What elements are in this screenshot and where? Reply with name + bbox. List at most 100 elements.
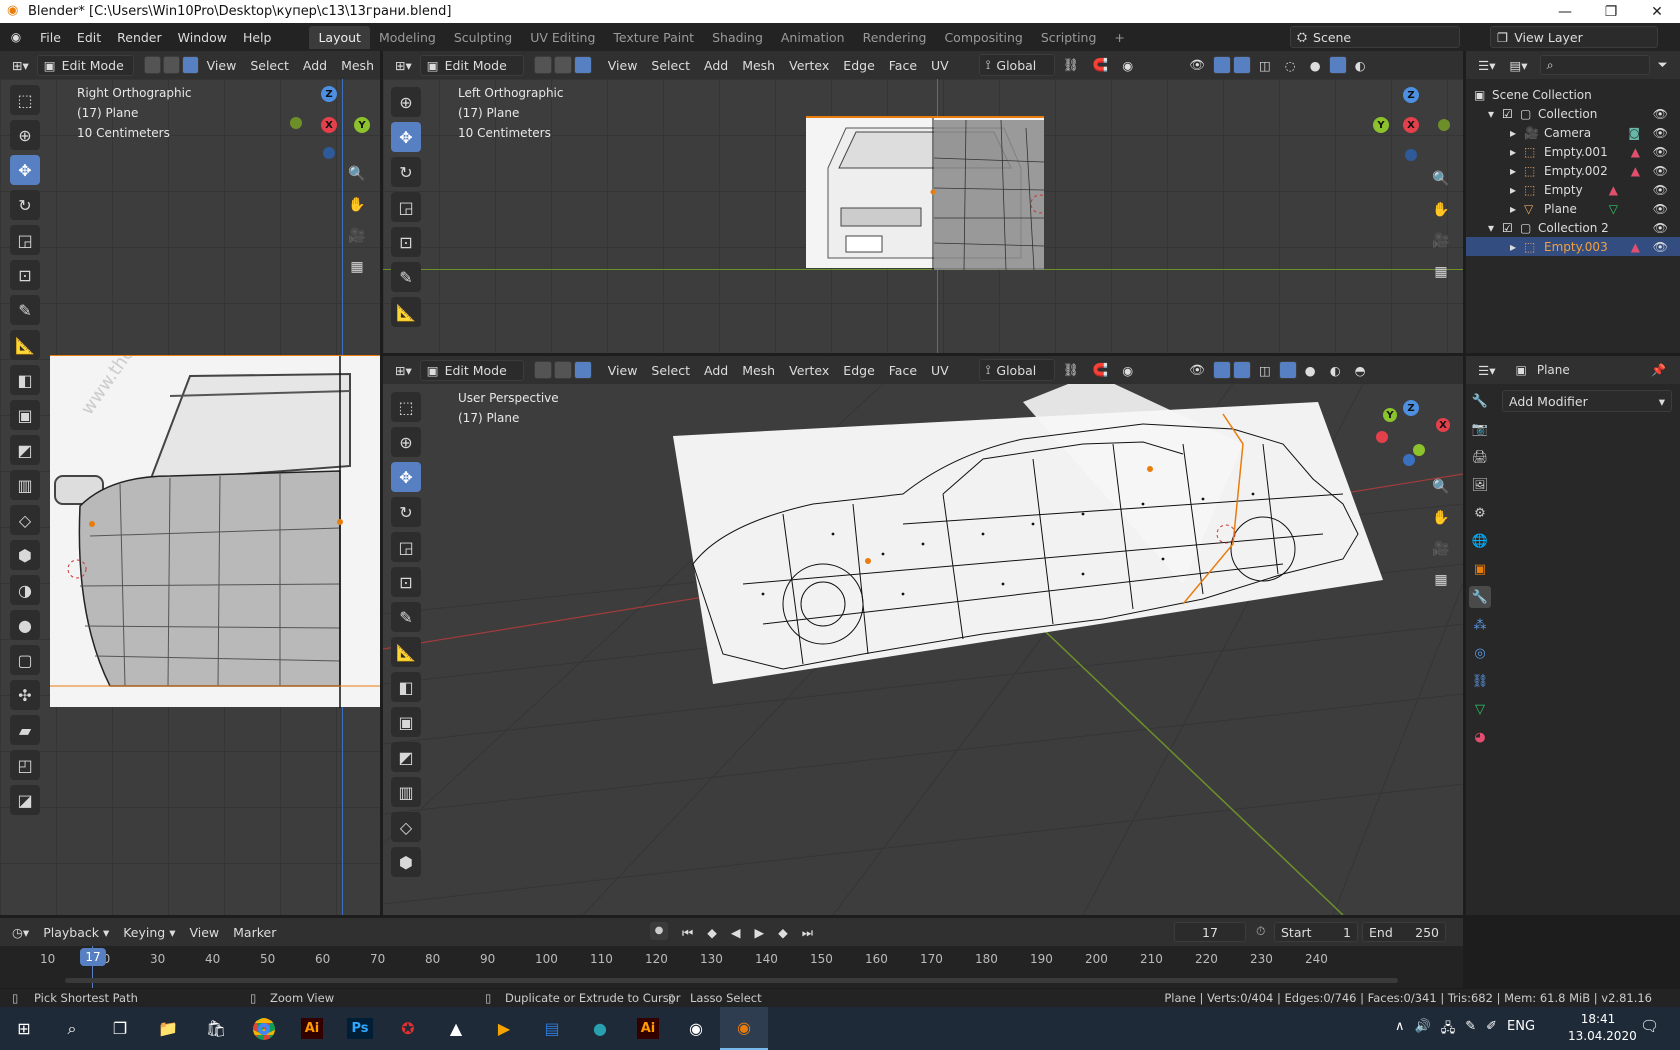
- overlay-toggle-icon[interactable]: [1232, 56, 1251, 74]
- vertex-select-icon[interactable]: [144, 56, 161, 74]
- zoom-icon[interactable]: 🔍: [1428, 474, 1454, 500]
- edge-select-icon[interactable]: [553, 361, 572, 379]
- zoom-icon[interactable]: 🔍: [344, 161, 370, 187]
- file-explorer-icon[interactable]: 📁: [144, 1007, 192, 1050]
- scene-collection-row[interactable]: ▣ Scene Collection: [1474, 85, 1680, 104]
- pin-icon[interactable]: 📌: [1651, 363, 1666, 377]
- camera-icon[interactable]: 🎥: [1428, 536, 1454, 562]
- eye-icon[interactable]: 👁: [1653, 183, 1668, 197]
- left-viewport-canvas[interactable]: Right Orthographic (17) Plane 10 Centime…: [0, 79, 380, 915]
- shading-solid-icon[interactable]: ●: [1304, 55, 1327, 76]
- menu-edge[interactable]: Edge: [837, 360, 880, 381]
- annotate-icon[interactable]: ✎: [391, 262, 421, 292]
- camera-icon[interactable]: 🎥: [344, 223, 370, 249]
- gizmo-toggle-icon[interactable]: [1212, 361, 1231, 379]
- menu-view[interactable]: View: [201, 55, 243, 76]
- expand-arrow-icon[interactable]: ▸: [1510, 126, 1524, 140]
- neg-z-axis-gizmo[interactable]: [1405, 149, 1417, 161]
- menu-render[interactable]: Render: [109, 30, 170, 45]
- tab-modeling[interactable]: Modeling: [370, 26, 445, 49]
- object-tab-icon[interactable]: ▣: [1469, 558, 1491, 580]
- rip-icon[interactable]: ◰: [10, 750, 40, 780]
- current-frame-field[interactable]: 17: [1174, 922, 1246, 942]
- tab-scripting[interactable]: Scripting: [1032, 26, 1106, 49]
- select-box-icon[interactable]: ⬚: [10, 85, 40, 115]
- z-axis-gizmo[interactable]: Z: [1403, 87, 1419, 103]
- menu-add[interactable]: Add: [698, 360, 734, 381]
- expand-arrow-icon[interactable]: ▸: [1510, 202, 1524, 216]
- tab-shading[interactable]: Shading: [703, 26, 772, 49]
- image-reference-icon[interactable]: ◪: [10, 785, 40, 815]
- pan-hand-icon[interactable]: ✋: [1428, 197, 1454, 223]
- grid-toggle-icon[interactable]: ▦: [1428, 259, 1454, 285]
- poly-build-icon[interactable]: ⬢: [10, 540, 40, 570]
- spin-icon[interactable]: ◑: [10, 575, 40, 605]
- transform-orientation-dropdown[interactable]: ⟟ Global: [978, 54, 1055, 76]
- vertex-select-icon[interactable]: [533, 361, 552, 379]
- menu-mesh[interactable]: Mesh: [335, 55, 380, 76]
- empty-003-row[interactable]: ▸ ⬚ Empty.003 ▲ 👁: [1466, 237, 1680, 256]
- z-axis-gizmo[interactable]: Z: [1403, 400, 1419, 416]
- pivot-icon[interactable]: ⛓: [1057, 359, 1085, 381]
- tab-uv-editing[interactable]: UV Editing: [521, 26, 604, 49]
- extrude-icon[interactable]: ◧: [391, 672, 421, 702]
- pen-icon[interactable]: ✎: [1465, 1019, 1476, 1041]
- add-workspace-button[interactable]: +: [1105, 26, 1133, 49]
- empty-row[interactable]: ▸ ⬚ Empty ▲ 👁: [1474, 180, 1680, 199]
- tab-layout[interactable]: Layout: [309, 25, 370, 49]
- y-axis-gizmo[interactable]: Y: [354, 117, 370, 133]
- output-tab-icon[interactable]: 🖨: [1469, 446, 1491, 468]
- zoom-icon[interactable]: 🔍: [1428, 166, 1454, 192]
- pivot-icon[interactable]: ⛓: [1057, 54, 1085, 76]
- menu-view[interactable]: View: [183, 922, 225, 943]
- smooth-icon[interactable]: ●: [10, 610, 40, 640]
- eye-icon[interactable]: 👁: [1653, 126, 1668, 140]
- scene-tab-icon[interactable]: ⚙: [1469, 502, 1491, 524]
- app-red-icon[interactable]: ✪: [384, 1007, 432, 1050]
- shear-icon[interactable]: ▰: [10, 715, 40, 745]
- xray-icon[interactable]: ◫: [1253, 55, 1277, 76]
- editor-type-icon[interactable]: ⊞▾: [6, 55, 35, 76]
- store-icon[interactable]: 🛍: [192, 1007, 240, 1050]
- mode-dropdown[interactable]: ▣ Edit Mode: [36, 54, 135, 76]
- render-tab-icon[interactable]: 📷: [1469, 418, 1491, 440]
- image-data-icon[interactable]: ▲: [1609, 183, 1618, 197]
- play-reverse-icon[interactable]: ◀: [725, 922, 747, 944]
- overlay-toggle-icon[interactable]: [1232, 361, 1251, 379]
- volume-icon[interactable]: 🔊: [1415, 1019, 1431, 1041]
- scene-selector[interactable]: ⛭ Scene: [1290, 26, 1460, 48]
- windows-start-icon[interactable]: ⊞: [0, 1007, 48, 1050]
- eye-icon[interactable]: 👁: [1653, 145, 1668, 159]
- properties-type-icon[interactable]: ☰▾: [1472, 360, 1501, 381]
- menu-select[interactable]: Select: [645, 55, 696, 76]
- network-icon[interactable]: 🖧: [1441, 1019, 1456, 1041]
- shading-material-icon[interactable]: [1328, 56, 1347, 74]
- x-axis-gizmo[interactable]: X: [321, 117, 337, 133]
- next-keyframe-icon[interactable]: ◆: [772, 922, 794, 944]
- select-box-icon[interactable]: ⬚: [391, 392, 421, 422]
- menu-uv[interactable]: UV: [925, 360, 955, 381]
- app-teal-icon[interactable]: ●: [576, 1007, 624, 1050]
- transform-icon[interactable]: ⊡: [391, 227, 421, 257]
- menu-edge[interactable]: Edge: [837, 55, 880, 76]
- menu-uv[interactable]: UV: [925, 55, 955, 76]
- menu-playback[interactable]: Playback ▾: [37, 922, 115, 943]
- media-player-icon[interactable]: ▶: [480, 1007, 528, 1050]
- rotate-icon[interactable]: ↻: [391, 157, 421, 187]
- mesh-data-icon[interactable]: ▽: [1609, 202, 1618, 216]
- face-select-icon[interactable]: [573, 56, 592, 74]
- shading-rendered-icon[interactable]: ◐: [1349, 55, 1372, 76]
- shading-solid-icon[interactable]: ●: [1299, 360, 1322, 381]
- scale-icon[interactable]: ◲: [10, 225, 40, 255]
- face-select-icon[interactable]: [181, 56, 199, 74]
- neg-z-axis-gizmo[interactable]: [323, 147, 335, 159]
- filter-icon[interactable]: ⏷: [1652, 54, 1674, 76]
- main-viewport-canvas[interactable]: User Perspective (17) Plane Z Y X: [383, 384, 1463, 915]
- timeline-type-icon[interactable]: ◷▾: [6, 922, 35, 943]
- eye-icon[interactable]: 👁: [1653, 221, 1668, 235]
- transform-orientation-dropdown[interactable]: ⟟ Global: [978, 359, 1055, 381]
- gizmo-toggle-icon[interactable]: [1212, 56, 1231, 74]
- menu-help[interactable]: Help: [235, 30, 280, 45]
- knife-icon[interactable]: ◇: [391, 812, 421, 842]
- shrink-fatten-icon[interactable]: ✣: [10, 680, 40, 710]
